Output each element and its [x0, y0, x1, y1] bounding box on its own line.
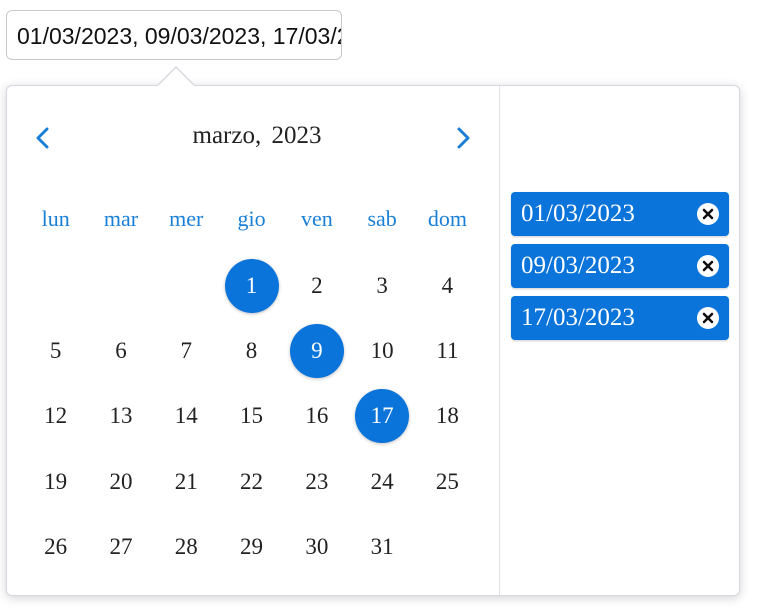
selected-date-chip: 01/03/2023: [511, 192, 729, 236]
day-number: 21: [174, 468, 198, 494]
day-cell[interactable]: 16: [284, 384, 349, 449]
day-number: 14: [174, 403, 198, 429]
day-number: 23: [305, 468, 329, 494]
weekday-label: ven: [300, 206, 333, 231]
chevron-left-icon: [36, 127, 49, 149]
day-cell[interactable]: 31: [349, 515, 414, 580]
popup-arrow-inner: [158, 68, 194, 86]
day-number: 24: [370, 468, 394, 494]
day-blank: [88, 253, 153, 318]
day-cell[interactable]: 24: [349, 449, 414, 514]
day-number: 30: [305, 534, 329, 560]
month-title: marzo, 2023: [192, 122, 322, 149]
day-number: 15: [240, 403, 264, 429]
selected-date-label: 09/03/2023: [521, 252, 635, 279]
day-number: 27: [109, 534, 133, 560]
selected-dates-list: 01/03/2023 09/03/2023 17/03/2023: [511, 192, 729, 348]
day-cell[interactable]: 6: [88, 318, 153, 383]
day-cell[interactable]: 22: [219, 449, 284, 514]
date-input[interactable]: 01/03/2023, 09/03/2023, 17/03/2023: [6, 10, 342, 60]
day-number: 26: [44, 534, 68, 560]
day-number: 18: [435, 403, 459, 429]
selected-date-label: 01/03/2023: [521, 200, 635, 227]
close-circle-icon: [702, 260, 714, 272]
day-cell[interactable]: 10: [349, 318, 414, 383]
day-number: 7: [180, 338, 192, 364]
weekday-header: lun mar mer gio ven sab dom: [23, 201, 480, 237]
day-blank: [23, 253, 88, 318]
day-number: 8: [245, 338, 258, 364]
day-cell[interactable]: 3: [349, 253, 414, 318]
weekday-label: gio: [237, 206, 266, 231]
day-number: 25: [435, 468, 459, 494]
close-circle-icon: [702, 208, 714, 220]
day-grid: 1 2 3 4 5 6 7 8 9 10 11 12 13 14 15 16 17 18 19 20 21 22 23 24 2…: [23, 253, 480, 580]
day-cell[interactable]: 13: [88, 384, 153, 449]
day-number: 1: [224, 258, 279, 313]
day-cell[interactable]: 20: [88, 449, 153, 514]
day-cell[interactable]: 8: [219, 318, 284, 383]
weekday-label: mar: [103, 206, 139, 231]
chevron-right-icon: [457, 127, 470, 149]
day-cell[interactable]: 30: [284, 515, 349, 580]
day-number: 10: [370, 338, 394, 364]
remove-date-button[interactable]: [697, 307, 719, 329]
day-number: 19: [44, 468, 68, 494]
day-cell[interactable]: 25: [415, 449, 480, 514]
day-cell[interactable]: 7: [154, 318, 219, 383]
day-cell[interactable]: 27: [88, 515, 153, 580]
day-cell[interactable]: 2: [284, 253, 349, 318]
day-number: 13: [109, 403, 133, 429]
day-number: 6: [115, 338, 127, 364]
selected-date-chip: 09/03/2023: [511, 244, 729, 288]
day-number: 20: [109, 468, 133, 494]
day-cell[interactable]: 29: [219, 515, 284, 580]
day-cell[interactable]: 26: [23, 515, 88, 580]
day-number: 5: [49, 338, 62, 364]
day-number: 16: [305, 403, 329, 429]
divider: [499, 86, 500, 595]
day-cell[interactable]: 5: [23, 318, 88, 383]
weekday-label: lun: [41, 206, 70, 231]
remove-date-button[interactable]: [697, 203, 719, 225]
weekday-label: sab: [367, 206, 397, 231]
day-number: 12: [44, 403, 68, 429]
datepicker-popup: marzo, 2023 lun mar mer gio ven sab dom 123456…: [6, 85, 740, 596]
day-number: 17: [355, 389, 410, 444]
day-number: 9: [289, 324, 344, 379]
day-number: 31: [370, 534, 394, 560]
day-cell-selected[interactable]: 17: [349, 384, 414, 449]
day-number: 2: [311, 272, 323, 298]
day-cell[interactable]: 19: [23, 449, 88, 514]
day-number: 3: [376, 272, 388, 298]
day-number: 29: [240, 534, 264, 560]
selected-date-chip: 17/03/2023: [511, 296, 729, 340]
day-cell[interactable]: 18: [415, 384, 480, 449]
day-cell[interactable]: 28: [154, 515, 219, 580]
day-number: 4: [441, 272, 454, 298]
selected-date-label: 17/03/2023: [521, 304, 635, 331]
day-cell[interactable]: 11: [415, 318, 480, 383]
day-cell[interactable]: 12: [23, 384, 88, 449]
day-number: 11: [436, 338, 459, 364]
day-cell-selected[interactable]: 9: [284, 318, 349, 383]
day-cell[interactable]: 23: [284, 449, 349, 514]
remove-date-button[interactable]: [697, 255, 719, 277]
day-cell-selected[interactable]: 1: [219, 253, 284, 318]
next-month-button[interactable]: [447, 120, 477, 156]
weekday-label: dom: [427, 206, 467, 231]
day-blank: [154, 253, 219, 318]
prev-month-button[interactable]: [29, 120, 59, 156]
day-cell[interactable]: 15: [219, 384, 284, 449]
day-cell[interactable]: 4: [415, 253, 480, 318]
day-cell[interactable]: 21: [154, 449, 219, 514]
close-circle-icon: [702, 312, 714, 324]
day-number: 22: [240, 468, 264, 494]
day-cell[interactable]: 14: [154, 384, 219, 449]
weekday-label: mer: [169, 206, 204, 231]
day-number: 28: [174, 534, 198, 560]
